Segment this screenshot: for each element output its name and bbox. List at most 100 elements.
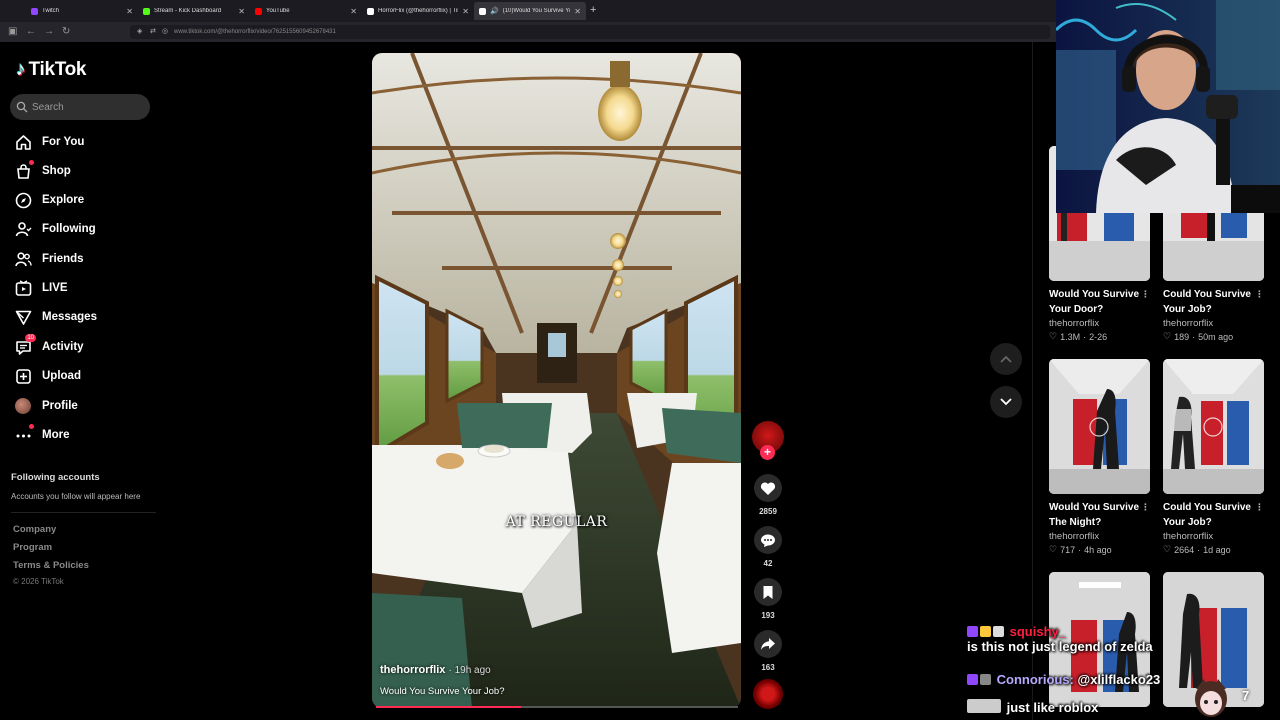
card-author[interactable]: thehorrorflix — [1049, 318, 1150, 329]
speaker-icon[interactable]: 🔊 — [490, 7, 499, 15]
card-likes: 2664 — [1174, 544, 1195, 555]
shield-icon[interactable]: ◈ — [137, 28, 142, 36]
tab-title: YouTube — [266, 8, 290, 14]
chevron-down-icon — [1000, 398, 1012, 406]
previous-video-button[interactable] — [990, 343, 1022, 375]
sidebar-item-explore[interactable]: Explore — [14, 189, 84, 211]
comment-count: 42 — [763, 559, 773, 568]
heart-outline-icon: ♡ — [1049, 331, 1058, 341]
tab-title: (10)Would You Survive Your — [502, 8, 571, 14]
sidebar-item-messages[interactable]: Messages — [14, 306, 97, 328]
profile-avatar — [15, 398, 31, 414]
new-tab-icon[interactable]: + — [590, 4, 596, 16]
video-player[interactable] — [372, 53, 741, 708]
share-button[interactable]: 163 — [753, 630, 783, 672]
save-button[interactable]: 193 — [753, 578, 783, 620]
card-likes: 1.3M — [1060, 331, 1081, 342]
back-icon[interactable]: ← — [26, 26, 36, 38]
sidebar-item-upload[interactable]: Upload — [14, 365, 81, 387]
sidebar-item-shop[interactable]: Shop — [14, 160, 71, 182]
url-field[interactable]: ◈ ⇄ ◎ www.tiktok.com/@thehorrorflix/vide… — [130, 25, 1050, 39]
card-author[interactable]: thehorrorflix — [1163, 318, 1264, 329]
more-options-icon[interactable]: ⋮ — [1141, 287, 1150, 302]
card-title-text: Would You Survive Your Door? — [1049, 289, 1140, 315]
video-progress-bar[interactable] — [376, 706, 738, 708]
tiktok-icon — [367, 7, 374, 15]
browser-tab-active[interactable]: 🔊 (10)Would You Survive Your ✕ — [474, 2, 586, 20]
tiktok-logo[interactable]: ♪ TikTok — [16, 59, 86, 81]
video-thumbnail[interactable] — [1049, 359, 1150, 494]
card-title-text: Could You Survive Your Job? — [1163, 289, 1251, 315]
notification-badge: 10 — [25, 334, 36, 342]
mute-badge-icon — [993, 626, 1004, 637]
footer-link-company[interactable]: Company — [13, 524, 56, 535]
comment-icon — [754, 526, 782, 554]
browser-tab-horrorflix[interactable]: HorrorFlix (@thehorrorflix) | Tik ✕ — [362, 2, 474, 20]
browser-tab-youtube[interactable]: YouTube ✕ — [250, 2, 362, 20]
sidebar-item-friends[interactable]: Friends — [14, 248, 84, 270]
home-icon — [14, 133, 32, 151]
more-options-icon[interactable]: ⋮ — [1255, 500, 1264, 515]
friends-icon — [14, 250, 32, 268]
stats-separator: · — [1197, 544, 1201, 555]
emote-icon — [980, 626, 991, 637]
nav-label: Upload — [42, 370, 81, 382]
close-icon[interactable]: ✕ — [238, 7, 245, 16]
emote-icon — [980, 674, 991, 685]
chat-message: Connorious: @xlilflacko23 — [967, 672, 1160, 687]
stats-separator: · — [1078, 544, 1082, 555]
card-author[interactable]: thehorrorflix — [1049, 531, 1150, 542]
browser-tab-twitch[interactable]: Twitch ✕ — [26, 2, 138, 20]
copyright: © 2026 TikTok — [13, 577, 64, 586]
search-input[interactable] — [32, 101, 142, 113]
sidebar-item-live[interactable]: LIVE — [14, 277, 68, 299]
share-icon — [754, 630, 782, 658]
footer-link-terms[interactable]: Terms & Policies — [13, 560, 89, 571]
permissions-icon[interactable]: ⇄ — [150, 28, 156, 36]
close-icon[interactable]: ✕ — [126, 7, 133, 16]
video-thumbnail[interactable] — [1163, 359, 1264, 494]
more-options-icon[interactable]: ⋮ — [1255, 287, 1264, 302]
sidebar-item-following[interactable]: Following — [14, 218, 96, 240]
footer-link-program[interactable]: Program — [13, 542, 52, 553]
nav-label: Messages — [42, 311, 97, 323]
panel-divider — [1032, 42, 1033, 720]
search-box[interactable] — [10, 94, 150, 120]
close-icon[interactable]: ✕ — [462, 7, 469, 16]
forward-icon[interactable]: → — [44, 26, 54, 38]
video-author-line: thehorrorflix · 19h ago — [380, 664, 491, 676]
browser-tab-kick[interactable]: Stream - Kick Dashboard ✕ — [138, 2, 250, 20]
live-icon — [14, 279, 32, 297]
close-icon[interactable]: ✕ — [574, 7, 581, 16]
sidebar-toggle-icon[interactable]: ▣ — [8, 26, 17, 38]
sidebar-item-activity[interactable]: 10 Activity — [14, 334, 84, 358]
close-icon[interactable]: ✕ — [350, 7, 357, 16]
sidebar-item-more[interactable]: More — [14, 424, 69, 446]
like-button[interactable]: 2859 — [753, 474, 783, 516]
sidebar-item-profile[interactable]: Profile — [14, 395, 78, 417]
lock-icon[interactable]: ◎ — [162, 28, 168, 36]
card-likes: 717 — [1060, 544, 1076, 555]
stats-separator: · — [1192, 331, 1196, 342]
bookmark-icon — [754, 578, 782, 606]
tiktok-icon — [479, 7, 486, 15]
sidebar-item-for-you[interactable]: For You — [14, 131, 84, 153]
tab-title: Twitch — [42, 8, 60, 14]
next-video-button[interactable] — [990, 386, 1022, 418]
follow-plus-icon[interactable]: + — [760, 445, 775, 460]
related-video-card[interactable]: Could You Survive Your Job? ⋮ thehorrorfl… — [1163, 359, 1264, 555]
kick-icon — [143, 7, 150, 15]
video-author[interactable]: thehorrorflix — [380, 664, 445, 676]
more-options-icon[interactable]: ⋮ — [1141, 500, 1150, 515]
related-video-card[interactable]: Would You Survive The Night? ⋮ thehorrorf… — [1049, 359, 1150, 555]
comment-button[interactable]: 42 — [753, 526, 783, 568]
card-time: 4h ago — [1084, 544, 1112, 555]
messages-icon — [14, 308, 32, 326]
reload-icon[interactable]: ↻ — [62, 26, 70, 38]
video-posted-time: · 19h ago — [448, 665, 491, 676]
music-disc-icon[interactable] — [753, 679, 783, 709]
logo-text: TikTok — [28, 59, 87, 80]
heart-outline-icon: ♡ — [1049, 544, 1058, 554]
card-author[interactable]: thehorrorflix — [1163, 531, 1264, 542]
profile-icon-wrap — [14, 397, 32, 415]
